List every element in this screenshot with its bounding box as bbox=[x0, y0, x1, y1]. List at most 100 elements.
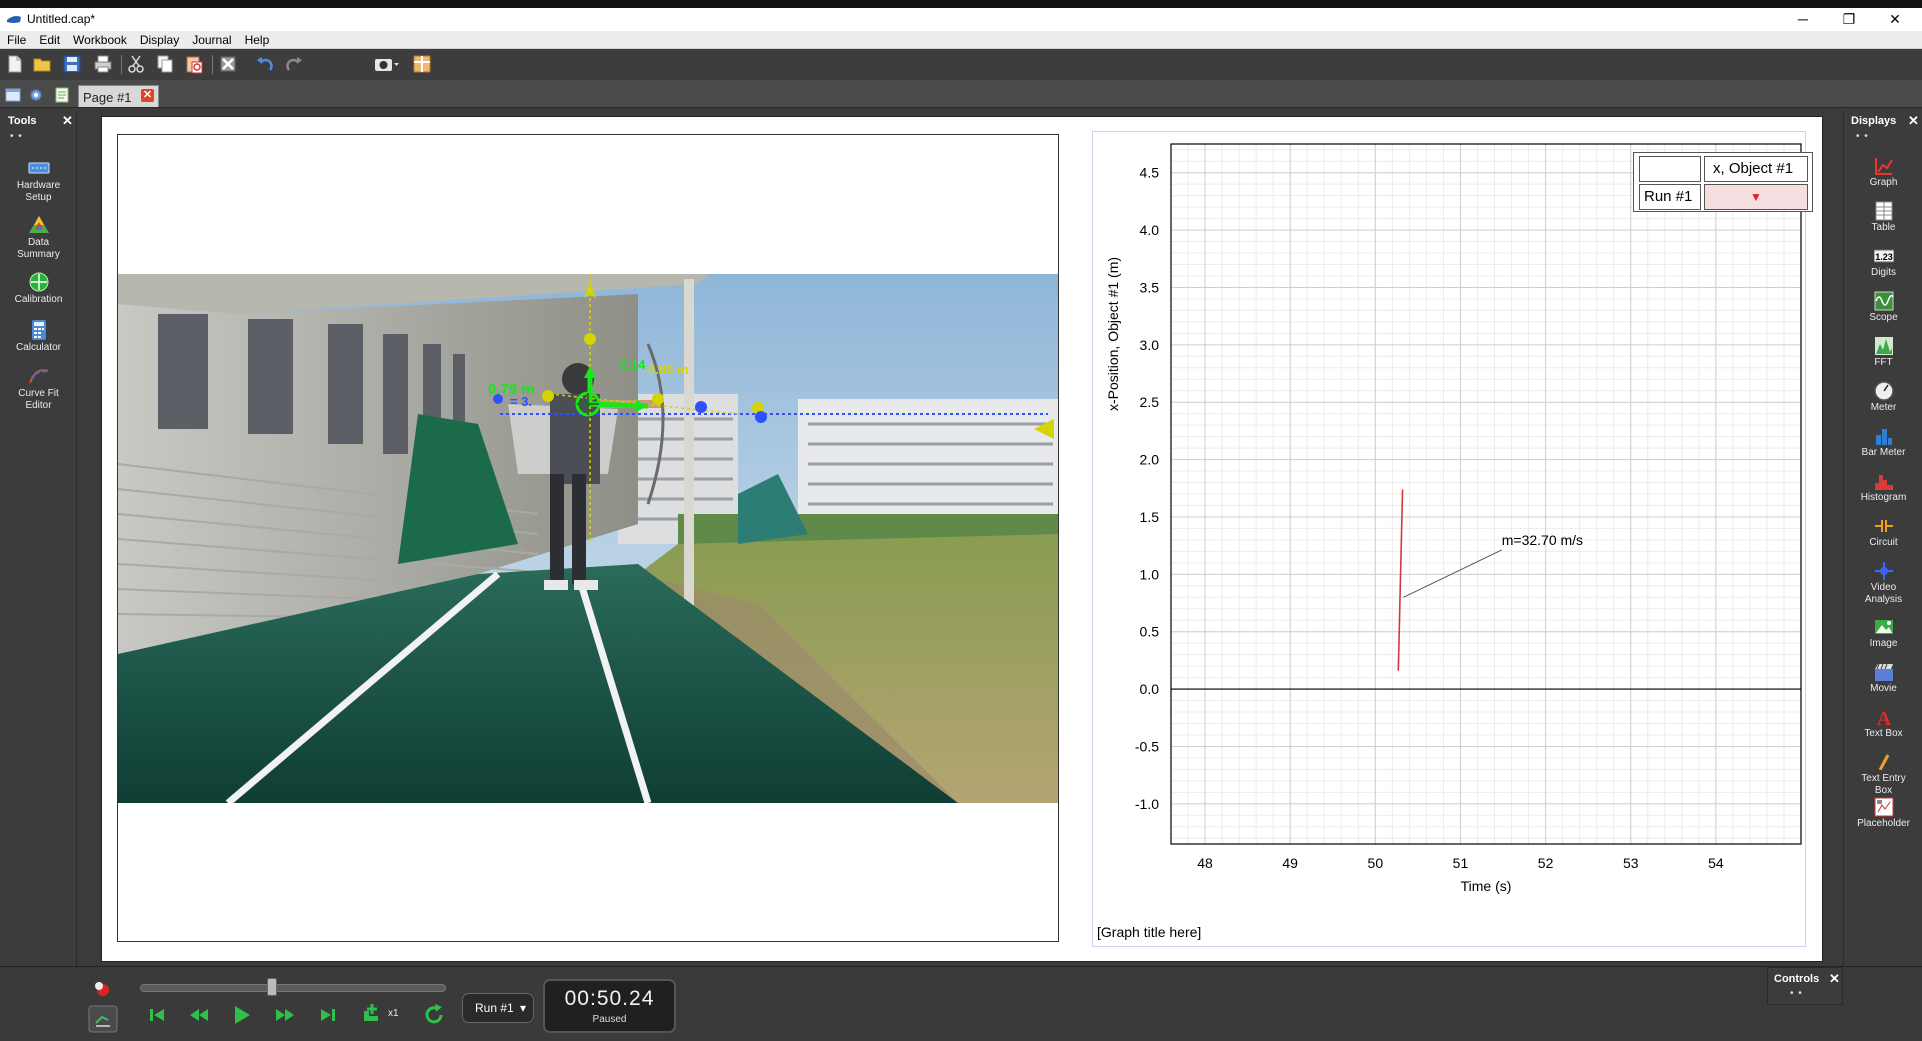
y-tick-label: 1.5 bbox=[1140, 509, 1160, 525]
video-analysis-display[interactable]: 0.79 m 0.14 0.86 m = 3. bbox=[117, 134, 1059, 942]
workbook-page: 0.79 m 0.14 0.86 m = 3. 4.5 4.0 3.5 3.0 2.5 2… bbox=[102, 117, 1822, 961]
chevron-down-icon: ▾ bbox=[519, 1001, 526, 1015]
loop-icon[interactable] bbox=[421, 1002, 447, 1028]
page-view-icon[interactable] bbox=[5, 87, 21, 103]
menu-workbook[interactable]: Workbook bbox=[66, 31, 133, 47]
display-label: Table bbox=[1871, 222, 1896, 233]
display-text-box[interactable]: A Text Box bbox=[1844, 707, 1922, 739]
skip-to-start-icon[interactable] bbox=[144, 1002, 170, 1028]
settings-gear-icon[interactable] bbox=[28, 87, 44, 103]
y-tick-label: 2.0 bbox=[1140, 452, 1160, 468]
run-selector[interactable]: Run #1 ▾ bbox=[462, 993, 534, 1023]
menu-file[interactable]: File bbox=[0, 31, 32, 47]
playback-slider-track[interactable] bbox=[140, 984, 446, 992]
display-circuit[interactable]: Circuit bbox=[1844, 516, 1922, 548]
bar-meter-icon bbox=[1875, 429, 1892, 445]
display-digits[interactable]: 1.23 Digits bbox=[1844, 246, 1922, 278]
display-bar-meter[interactable]: Bar Meter bbox=[1844, 426, 1922, 458]
controls-palette-grip[interactable]: • • bbox=[1790, 988, 1803, 999]
display-meter[interactable]: Meter bbox=[1844, 381, 1922, 413]
tool-label: Data bbox=[27, 237, 50, 248]
legend-run-label[interactable]: Run #1 bbox=[1639, 184, 1701, 210]
displays-palette: Displays ✕ • • Graph Table 1.23 Digits S… bbox=[1843, 111, 1922, 971]
play-icon[interactable] bbox=[228, 1002, 254, 1028]
menu-edit[interactable]: Edit bbox=[32, 31, 66, 47]
journal-icon[interactable] bbox=[54, 87, 70, 103]
scope-icon bbox=[1874, 291, 1894, 311]
menu-journal[interactable]: Journal bbox=[185, 31, 237, 47]
text-box-icon: A bbox=[1876, 708, 1891, 727]
display-label: Image bbox=[1869, 638, 1898, 649]
fast-forward-icon[interactable] bbox=[272, 1002, 298, 1028]
menu-display[interactable]: Display bbox=[133, 31, 185, 47]
camera-icon[interactable] bbox=[374, 54, 400, 74]
minimize-button[interactable]: ─ bbox=[1780, 8, 1826, 31]
sampling-options-icon[interactable] bbox=[88, 1005, 118, 1033]
graph-legend[interactable]: x, Object #1 Run #1 ▼ bbox=[1633, 152, 1813, 212]
display-scope[interactable]: Scope bbox=[1844, 291, 1922, 323]
tool-data-summary[interactable]: Data Summary bbox=[0, 214, 77, 260]
close-window-button[interactable]: ✕ bbox=[1872, 8, 1918, 31]
tool-calibration[interactable]: Calibration bbox=[0, 271, 77, 305]
cut-icon[interactable] bbox=[126, 54, 146, 74]
video-analysis-icon bbox=[1874, 562, 1893, 580]
video-frame[interactable]: 0.79 m 0.14 0.86 m = 3. bbox=[118, 274, 1058, 803]
display-fft[interactable]: FFT bbox=[1844, 336, 1922, 368]
delete-icon[interactable] bbox=[218, 54, 238, 74]
legend-run-dropdown[interactable]: ▼ bbox=[1704, 184, 1808, 210]
print-icon[interactable] bbox=[93, 54, 113, 74]
save-icon[interactable] bbox=[62, 54, 82, 74]
y-tick-label: 0.0 bbox=[1140, 681, 1160, 697]
x-tick-label: 52 bbox=[1538, 855, 1554, 871]
tab-close-icon[interactable]: ✕ bbox=[141, 89, 154, 102]
menu-help[interactable]: Help bbox=[238, 31, 276, 47]
maximize-button[interactable]: ❐ bbox=[1826, 8, 1872, 31]
displays-palette-title: Displays bbox=[1851, 115, 1897, 127]
legend-measurement[interactable]: x, Object #1 bbox=[1704, 156, 1808, 182]
rewind-icon[interactable] bbox=[186, 1002, 212, 1028]
display-video-analysis[interactable]: Video Analysis bbox=[1844, 561, 1922, 605]
display-label: Digits bbox=[1870, 267, 1896, 278]
playback-slider-knob[interactable] bbox=[266, 978, 277, 996]
slope-annotation: m=32.70 m/s bbox=[1502, 532, 1583, 548]
displays-palette-grip[interactable]: • • bbox=[1856, 131, 1869, 142]
graph-canvas[interactable]: 4.5 4.0 3.5 3.0 2.5 2.0 1.5 1.0 0.5 0.0 -0.5 -1.0 48… bbox=[1093, 132, 1807, 948]
display-placeholder[interactable]: Placeholder bbox=[1844, 797, 1922, 829]
layout-icon[interactable] bbox=[412, 54, 432, 74]
hardware-setup-icon bbox=[28, 162, 49, 174]
display-label: Text Box bbox=[1864, 728, 1903, 739]
controls-palette-close-icon[interactable]: ✕ bbox=[1829, 971, 1840, 987]
copy-icon[interactable] bbox=[155, 54, 175, 74]
tool-curve-fit-editor[interactable]: Curve Fit Editor bbox=[0, 365, 77, 411]
display-image[interactable]: Image bbox=[1844, 617, 1922, 649]
paste-icon[interactable] bbox=[184, 54, 204, 74]
tools-palette-close-icon[interactable]: ✕ bbox=[62, 113, 73, 129]
display-graph[interactable]: Graph bbox=[1844, 156, 1922, 188]
shelter-column bbox=[684, 279, 694, 619]
histogram-icon bbox=[1874, 475, 1893, 490]
playback-rate[interactable]: x1 bbox=[388, 1008, 399, 1019]
tool-hardware-setup[interactable]: Hardware Setup bbox=[0, 157, 77, 203]
tab-page-1[interactable]: Page #1 ✕ bbox=[78, 85, 159, 107]
tool-calculator[interactable]: Calculator bbox=[0, 319, 77, 353]
graph-display[interactable]: 4.5 4.0 3.5 3.0 2.5 2.0 1.5 1.0 0.5 0.0 -0.5 -1.0 48… bbox=[1092, 131, 1813, 948]
display-text-entry-box[interactable]: Text Entry Box bbox=[1844, 752, 1922, 796]
displays-palette-close-icon[interactable]: ✕ bbox=[1908, 113, 1919, 129]
display-label: Graph bbox=[1869, 177, 1898, 188]
redo-icon[interactable] bbox=[284, 54, 304, 74]
display-histogram[interactable]: Histogram bbox=[1844, 471, 1922, 503]
graph-title[interactable]: [Graph title here] bbox=[1097, 924, 1201, 940]
open-folder-icon[interactable] bbox=[32, 54, 52, 74]
new-file-icon[interactable] bbox=[5, 54, 25, 74]
legend-swatch-empty[interactable] bbox=[1639, 156, 1701, 182]
record-indicator-icon bbox=[95, 982, 109, 996]
tools-palette-grip[interactable]: • • bbox=[10, 131, 23, 142]
display-movie[interactable]: Movie bbox=[1844, 662, 1922, 694]
page-tab-strip: Page #1 ✕ bbox=[0, 80, 1922, 108]
y-tick-label: -1.0 bbox=[1135, 796, 1159, 812]
skip-to-end-icon[interactable] bbox=[315, 1002, 341, 1028]
undo-icon[interactable] bbox=[255, 54, 275, 74]
display-label: Scope bbox=[1869, 312, 1898, 323]
add-coordinate-icon[interactable] bbox=[358, 1002, 388, 1028]
display-table[interactable]: Table bbox=[1844, 201, 1922, 233]
